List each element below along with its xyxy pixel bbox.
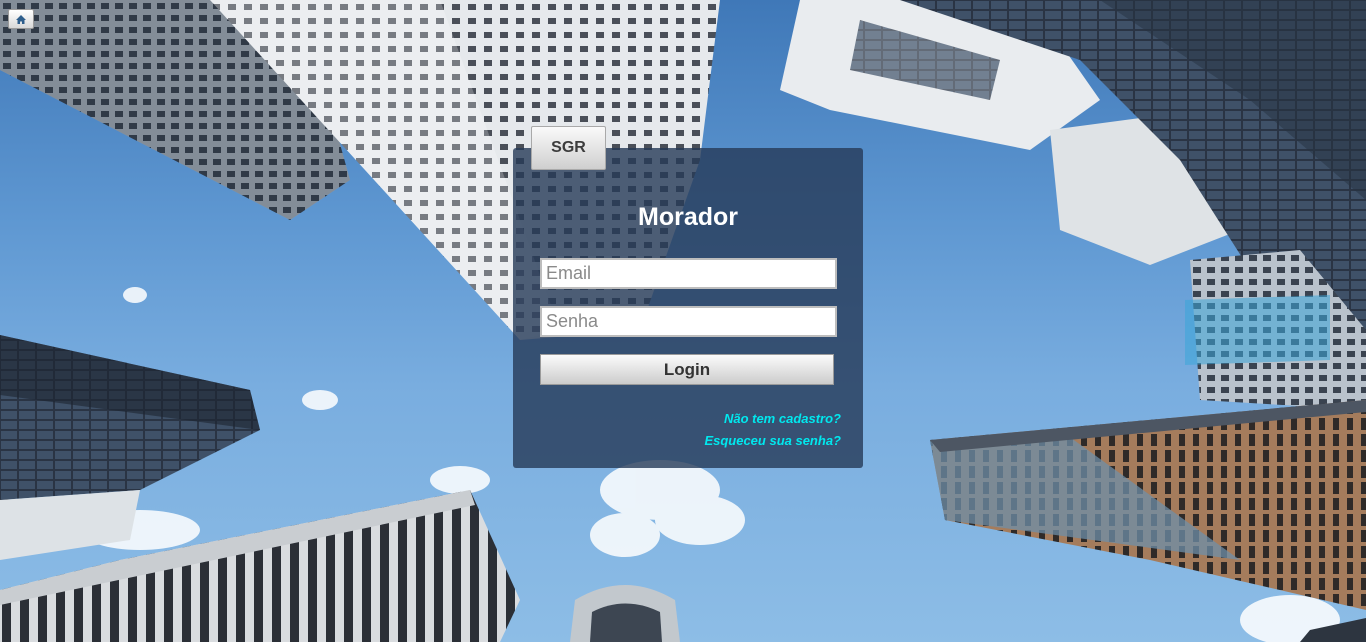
email-field[interactable] (540, 258, 837, 289)
password-field[interactable] (540, 306, 837, 337)
page-title: Morador (638, 203, 738, 231)
sgr-tab-button[interactable]: SGR (531, 126, 606, 170)
home-icon (16, 14, 26, 24)
login-button[interactable]: Login (540, 354, 834, 385)
register-link[interactable]: Não tem cadastro? (724, 411, 841, 426)
home-button[interactable] (8, 9, 34, 29)
forgot-password-link[interactable]: Esqueceu sua senha? (704, 433, 841, 448)
login-screen: SGR Morador Login Não tem cadastro? Esqu… (0, 0, 1366, 642)
